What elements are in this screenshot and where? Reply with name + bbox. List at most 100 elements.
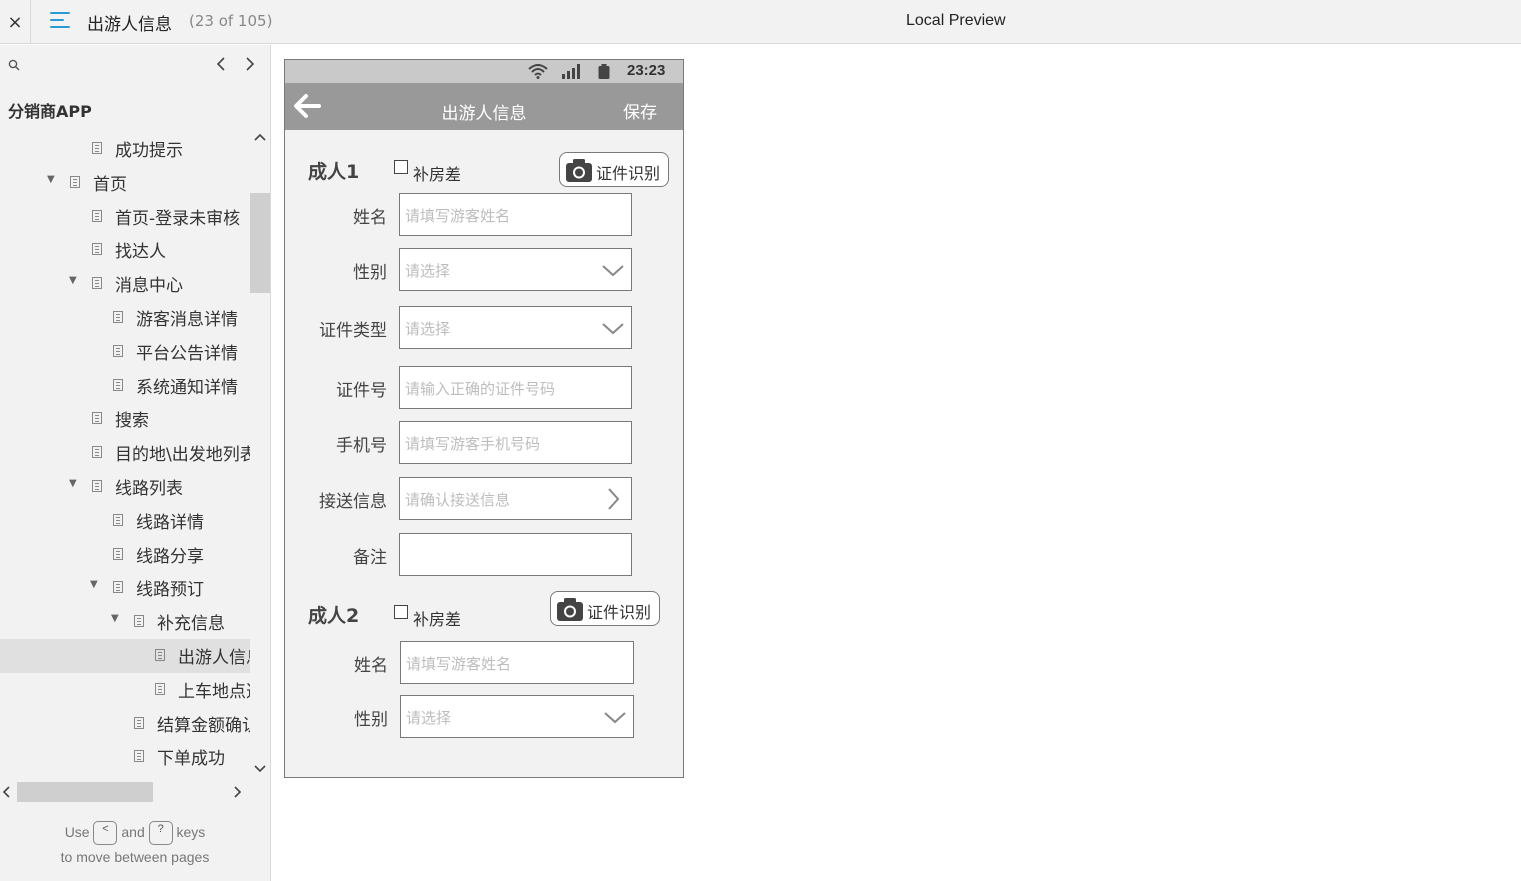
field-placeholder: 请确认接送信息	[405, 491, 511, 509]
next-key-icon: ?	[148, 821, 173, 846]
sidebar-item-label: 线路详情	[136, 512, 204, 533]
sidebar-item[interactable]: 结算金额确认	[0, 707, 250, 741]
project-title: 分销商APP	[8, 102, 92, 121]
hint-line2: to move between pages	[60, 849, 210, 866]
expand-arrow-icon[interactable]: ▼	[111, 613, 119, 624]
sidebar-item-label: 成功提示	[115, 141, 183, 161]
expand-arrow-icon[interactable]: ▼	[69, 478, 77, 489]
sidebar-item[interactable]: 目的地\出发地列表	[0, 436, 250, 470]
form-field[interactable]: 请选择	[399, 306, 632, 349]
sidebar-item[interactable]: 游客消息详情	[0, 301, 250, 335]
camera-icon	[557, 598, 583, 621]
scroll-left-icon[interactable]	[2, 783, 10, 802]
sidebar-item-label: 搜索	[115, 411, 149, 432]
sidebar-item[interactable]: 首页-登录未审核	[0, 200, 250, 234]
sidebar-item-label: 结算金额确认	[157, 715, 250, 736]
page-icon	[70, 175, 80, 188]
sidebar-item[interactable]: ▼ 消息中心	[0, 267, 250, 301]
sidebar-item[interactable]: 找达人	[0, 233, 250, 267]
page-icon	[113, 311, 123, 323]
sidebar-item-label: 找达人	[115, 242, 166, 263]
chevron-down-icon	[602, 265, 624, 277]
sidebar-item[interactable]: 线路详情	[0, 504, 250, 538]
page-icon	[134, 716, 144, 729]
sidebar-item-label: 首页-登录未审核	[115, 208, 241, 229]
save-button[interactable]: 保存	[623, 98, 657, 123]
top-bar: × 出游人信息 (23 of 105) Local Preview	[0, 0, 1521, 44]
chevron-right-icon	[608, 488, 620, 510]
sidebar-item[interactable]: 成功提示	[0, 132, 250, 166]
scroll-up-icon[interactable]	[254, 130, 266, 144]
vertical-scrollbar-thumb[interactable]	[250, 193, 270, 293]
adult1-id-scan-button[interactable]: 证件识别	[559, 152, 669, 187]
app-nav-bar: 出游人信息 保存	[285, 83, 683, 130]
field-label: 证件号	[336, 381, 387, 401]
previous-page-icon[interactable]	[216, 55, 226, 76]
sidebar: 分销商APP 成功提示 ▼ 首页首页-登录未审核 找达人 ▼ 消息中心游客消息详情 平台公告…	[0, 45, 271, 881]
field-label: 姓名	[353, 208, 387, 228]
prev-key-icon: <	[93, 821, 118, 846]
form-field[interactable]: 请选择	[399, 248, 632, 291]
sidebar-search-row	[0, 45, 270, 89]
form-field[interactable]: 请填写游客手机号码	[399, 421, 632, 464]
form-field[interactable]: 请选择	[400, 695, 634, 738]
adult2-room-diff-label: 补房差	[413, 610, 462, 629]
chevron-down-icon	[602, 323, 624, 335]
field-label: 性别	[354, 710, 388, 730]
phone-preview: 23:23 出游人信息 保存 成人1 补房差 证件识别 姓名 请填写游客姓名 性别请…	[284, 59, 684, 778]
page-icon	[92, 209, 102, 222]
adult2-room-diff-checkbox[interactable]	[394, 605, 408, 619]
form-field[interactable]: 请填写游客姓名	[400, 641, 634, 684]
sidebar-item[interactable]: 出游人信息	[0, 639, 250, 673]
search-icon[interactable]	[8, 59, 20, 75]
expand-arrow-icon[interactable]: ▼	[90, 579, 98, 590]
expand-arrow-icon[interactable]: ▼	[47, 174, 55, 185]
form-field[interactable]: 请填写游客姓名	[399, 193, 632, 236]
scroll-down-icon[interactable]	[254, 762, 266, 776]
horizontal-scrollbar-thumb[interactable]	[17, 782, 153, 802]
sidebar-item-label: 首页	[93, 174, 127, 195]
page-icon	[113, 378, 123, 391]
close-button[interactable]: ×	[0, 0, 31, 44]
sidebar-item[interactable]: 上车地点选择	[0, 673, 250, 707]
sidebar-item[interactable]: ▼ 首页	[0, 166, 250, 200]
sidebar-item-label: 下单成功	[157, 749, 225, 770]
page-icon	[92, 142, 102, 154]
sidebar-item-label: 线路预订	[136, 580, 204, 601]
sidebar-item[interactable]: 搜索	[0, 402, 250, 436]
form-field[interactable]	[399, 533, 632, 576]
scroll-right-icon[interactable]	[234, 783, 242, 802]
sidebar-item[interactable]: ▼ 线路列表	[0, 470, 250, 504]
form-field[interactable]: 请确认接送信息	[399, 477, 632, 520]
page-icon	[92, 446, 102, 459]
adult2-id-scan-label: 证件识别	[587, 603, 652, 622]
sidebar-item[interactable]: 系统通知详情	[0, 369, 250, 403]
camera-icon	[566, 159, 592, 182]
sidebar-item-label: 补充信息	[157, 614, 225, 635]
sidebar-item-label: 消息中心	[115, 276, 183, 297]
adult1-id-scan-label: 证件识别	[596, 164, 661, 183]
menu-icon[interactable]	[50, 12, 70, 30]
expand-arrow-icon[interactable]: ▼	[69, 275, 77, 286]
status-bar: 23:23	[285, 60, 683, 83]
sidebar-item[interactable]: 平台公告详情	[0, 335, 250, 369]
form-field[interactable]: 请输入正确的证件号码	[399, 366, 632, 409]
next-page-icon[interactable]	[245, 55, 255, 76]
page-icon	[92, 412, 102, 425]
sidebar-item[interactable]: ▼ 线路预订	[0, 571, 250, 605]
field-placeholder: 请填写游客姓名	[405, 207, 511, 225]
page-tree: 成功提示 ▼ 首页首页-登录未审核 找达人 ▼ 消息中心游客消息详情 平台公告详情 系统通知详…	[0, 132, 250, 777]
adult2-id-scan-button[interactable]: 证件识别	[550, 591, 660, 626]
sidebar-item[interactable]: ▼ 补充信息	[0, 605, 250, 639]
field-placeholder: 请填写游客手机号码	[405, 435, 541, 453]
preview-label: Local Preview	[906, 12, 1006, 29]
sidebar-item-label: 线路分享	[136, 546, 204, 567]
field-label: 姓名	[354, 656, 388, 676]
sidebar-item[interactable]: 下单成功	[0, 740, 250, 774]
hint-use: Use	[64, 824, 90, 840]
field-placeholder: 请选择	[405, 262, 451, 280]
page-icon	[155, 649, 165, 661]
sidebar-item[interactable]: 线路分享	[0, 538, 250, 572]
adult1-room-diff-checkbox[interactable]	[394, 160, 408, 174]
page-title: 出游人信息	[87, 15, 172, 35]
